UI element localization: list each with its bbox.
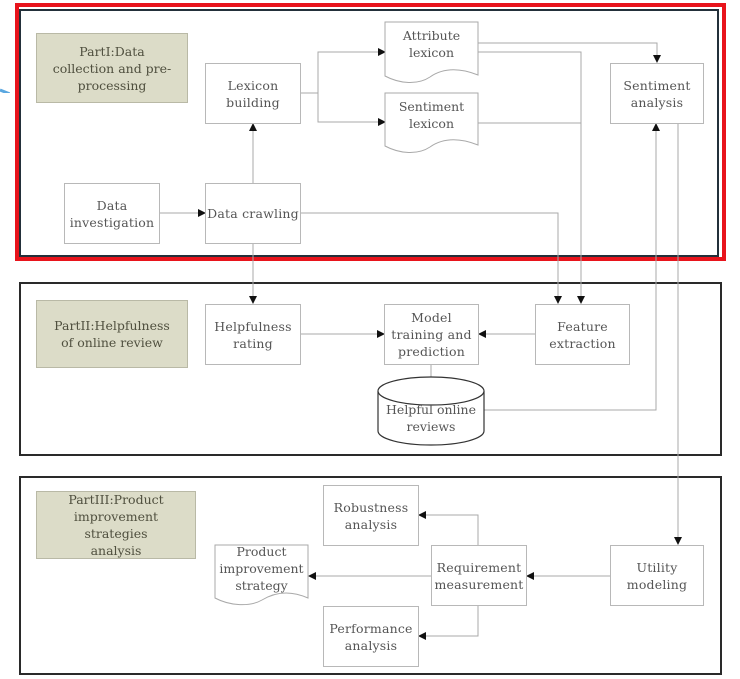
node-feature-extraction-text: Feature extraction — [549, 318, 616, 351]
node-helpfulness-rating[interactable]: Helpfulness rating — [205, 304, 301, 365]
node-requirement-measurement[interactable]: Requirement measurement — [431, 545, 527, 606]
edge-requirement-performance — [418, 605, 479, 640]
node-product-strategy-text: Product improvement strategy — [219, 544, 304, 593]
node-sentiment-lexicon-text: Sentiment lexicon — [398, 99, 465, 131]
node-attribute-lexicon-text: Attribute lexicon — [402, 28, 461, 60]
node-data-crawling-text: Data crawling — [207, 206, 299, 221]
node-robustness-analysis[interactable]: Robustness analysis — [323, 485, 419, 546]
node-feature-extraction[interactable]: Feature extraction — [535, 304, 630, 365]
node-data-investigation-text: Data investigation — [69, 197, 155, 230]
node-data-crawling[interactable]: Data crawling — [205, 183, 301, 244]
node-robustness-analysis-text: Robustness analysis — [333, 499, 409, 532]
node-utility-modeling-text: Utility modeling — [626, 559, 688, 592]
node-sentiment-analysis[interactable]: Sentiment analysis — [610, 63, 704, 124]
node-lexicon-building-text: Lexicon building — [226, 77, 280, 110]
node-helpful-reviews-text: Helpful online reviews — [386, 402, 476, 434]
edge-attribute-feature — [478, 51, 585, 304]
node-utility-modeling[interactable]: Utility modeling — [610, 545, 704, 606]
node-sentiment-analysis-text: Sentiment analysis — [623, 77, 691, 110]
node-requirement-measurement-text: Requirement measurement — [434, 559, 524, 592]
node-data-investigation[interactable]: Data investigation — [64, 183, 160, 244]
part2-label: PartII:Helpfulness of online review — [36, 300, 188, 368]
part3-label: PartIII:Product improvement strategies a… — [36, 491, 196, 559]
edge-reviews-sentanalysis — [484, 123, 660, 411]
node-helpful-reviews[interactable]: Helpful online reviews — [378, 401, 484, 435]
edge-requirement-robustness — [418, 511, 479, 545]
node-model-training-text: Model training and prediction — [391, 310, 472, 359]
node-helpfulness-rating-text: Helpfulness rating — [214, 318, 292, 351]
part2-label-text: PartII:Helpfulness of online review — [54, 318, 170, 350]
flowchart-canvas: PartI:Data collection and pre- processin… — [0, 0, 740, 679]
node-attribute-lexicon[interactable]: Attribute lexicon — [385, 27, 478, 61]
node-model-training[interactable]: Model training and prediction — [384, 304, 479, 365]
edge-crawling-feature — [300, 212, 562, 304]
node-performance-analysis-text: Performance analysis — [329, 620, 413, 653]
part3-label-text: PartIII:Product improvement strategies a… — [68, 492, 164, 558]
node-lexicon-building[interactable]: Lexicon building — [205, 63, 301, 124]
edge-lexicon-sentiment — [317, 93, 386, 126]
part1-label-text: PartI:Data collection and pre- processin… — [52, 43, 172, 93]
node-product-strategy[interactable]: Product improvement strategy — [215, 543, 308, 594]
edge-lexicon-attribute — [317, 48, 386, 93]
node-sentiment-lexicon[interactable]: Sentiment lexicon — [385, 98, 478, 132]
part1-label: PartI:Data collection and pre- processin… — [36, 33, 188, 103]
node-performance-analysis[interactable]: Performance analysis — [323, 606, 419, 667]
